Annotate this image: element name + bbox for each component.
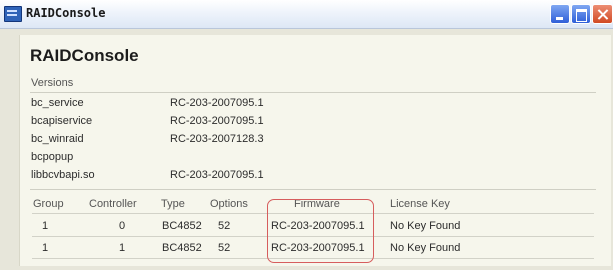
window-title: RAIDConsole bbox=[26, 6, 106, 20]
component-name: libbcvbapi.so bbox=[31, 169, 95, 181]
cell-group: 1 bbox=[42, 242, 49, 254]
title-bar[interactable]: RAIDConsole bbox=[0, 0, 613, 29]
cell-options: 52 bbox=[218, 220, 231, 232]
close-icon bbox=[593, 5, 612, 23]
cell-group: 1 bbox=[42, 220, 49, 232]
cell-license-key: No Key Found bbox=[390, 242, 461, 254]
page-title: RAIDConsole bbox=[30, 46, 139, 65]
minimize-icon bbox=[551, 5, 569, 23]
content-panel: RAIDConsole Versions bc_service RC-203-2… bbox=[19, 35, 611, 266]
cell-type: BC4852 bbox=[162, 242, 202, 254]
minimize-button[interactable] bbox=[550, 4, 570, 24]
versions-subheading: Versions bbox=[31, 77, 74, 89]
column-header-type[interactable]: Type bbox=[161, 198, 185, 210]
cell-options: 52 bbox=[218, 242, 231, 254]
component-version: RC-203-2007095.1 bbox=[170, 97, 264, 109]
app-icon-stripe-bottom bbox=[7, 14, 17, 16]
cell-license-key: No Key Found bbox=[390, 220, 461, 232]
cell-type: BC4852 bbox=[162, 220, 202, 232]
component-version: RC-203-2007095.1 bbox=[170, 169, 264, 181]
divider bbox=[30, 189, 596, 190]
component-name: bcapiservice bbox=[31, 115, 93, 127]
component-name: bc_service bbox=[31, 97, 84, 109]
app-icon[interactable] bbox=[4, 6, 22, 22]
column-header-controller[interactable]: Controller bbox=[89, 198, 137, 210]
component-version: RC-203-2007095.1 bbox=[170, 115, 264, 127]
firmware-highlight-annotation bbox=[267, 199, 374, 263]
maximize-button[interactable] bbox=[571, 4, 591, 24]
raidconsole-window: RAIDConsole RAIDConsole Versions bc_serv… bbox=[0, 0, 613, 270]
column-header-license-key[interactable]: License Key bbox=[390, 198, 450, 210]
component-version: RC-203-2007128.3 bbox=[170, 133, 264, 145]
component-name: bcpopup bbox=[31, 151, 74, 163]
app-icon-stripe-top bbox=[7, 10, 17, 12]
cell-controller: 0 bbox=[119, 220, 126, 232]
close-button[interactable] bbox=[592, 4, 613, 24]
cell-controller: 1 bbox=[119, 242, 126, 254]
divider bbox=[30, 92, 596, 93]
column-header-options[interactable]: Options bbox=[210, 198, 248, 210]
component-name: bc_winraid bbox=[31, 133, 84, 145]
maximize-icon bbox=[572, 5, 590, 23]
column-header-group[interactable]: Group bbox=[33, 198, 64, 210]
